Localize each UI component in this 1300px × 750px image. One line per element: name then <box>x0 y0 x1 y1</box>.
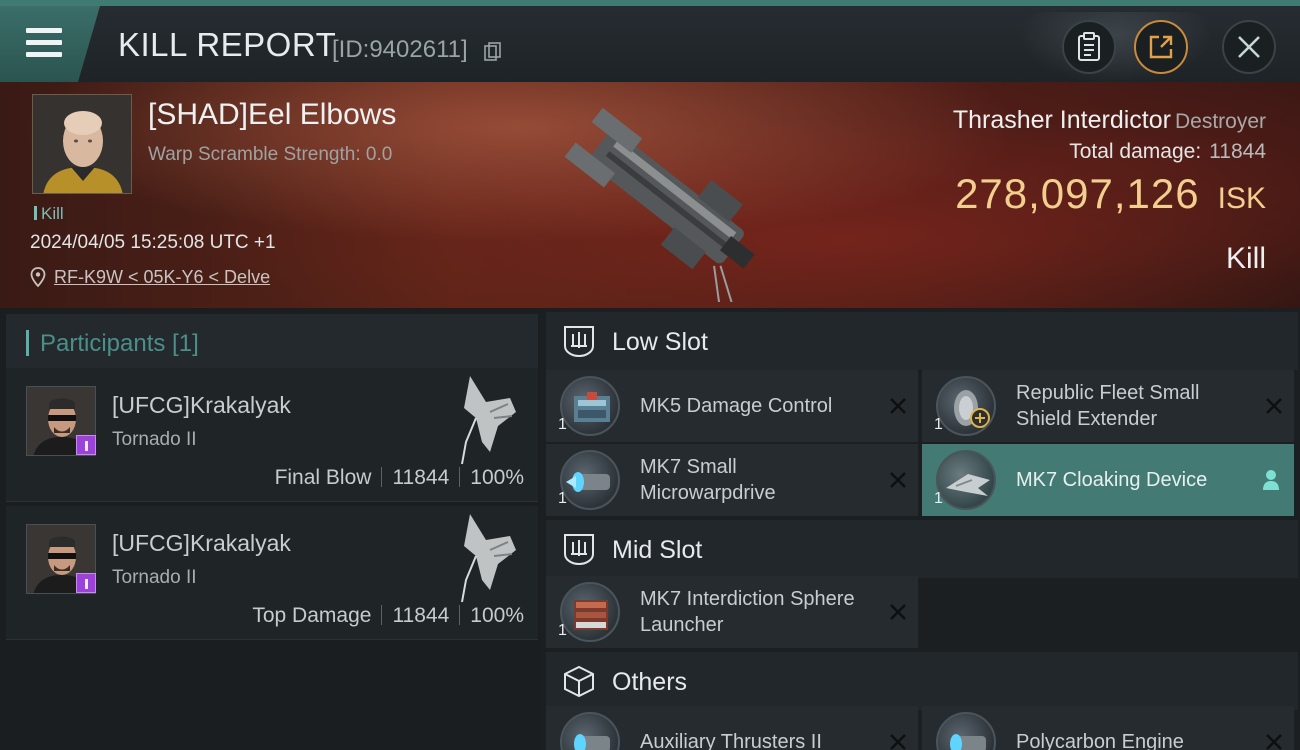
share-icon <box>1149 35 1173 59</box>
item-quantity: 1 <box>934 490 943 507</box>
isk-unit: ISK <box>1217 182 1266 215</box>
participants-panel: Participants [1] [UFCG]Krakalyak Tornado… <box>0 308 540 750</box>
destroyed-x-icon <box>890 398 906 414</box>
close-icon <box>1238 36 1260 58</box>
item-name: MK7 Interdiction Sphere Launcher <box>640 588 855 636</box>
item-name: MK7 Cloaking Device <box>1016 469 1208 491</box>
slot-item[interactable]: 1 MK7 Cloaking Device <box>922 444 1294 516</box>
destroyed-x-icon <box>1266 734 1282 750</box>
warp-scramble-strength: Warp Scramble Strength: 0.0 <box>148 144 393 165</box>
corp-badge-icon <box>76 573 96 593</box>
mid-slot-icon <box>564 534 594 566</box>
participant-role: Top Damage <box>252 604 372 627</box>
total-damage-value: 11844 <box>1209 140 1266 163</box>
top-bar: KILL REPORT [ID:9402611] <box>0 0 1300 88</box>
participants-header: Participants [1] <box>6 314 538 372</box>
clipboard-icon <box>1078 32 1100 61</box>
polycarbon-engine-icon <box>936 712 996 750</box>
participant-damage: 11844 <box>392 466 450 489</box>
destroyed-x-icon <box>890 604 906 620</box>
low-slot-title: Low Slot <box>612 328 708 356</box>
participant-percent: 100% <box>470 466 524 489</box>
slot-item[interactable]: 1 Republic Fleet Small Shield Extender <box>922 370 1294 442</box>
low-slot-header: Low Slot <box>546 312 1298 370</box>
kill-datetime: 2024/04/05 15:25:08 UTC +1 <box>30 232 276 253</box>
share-button[interactable] <box>1134 20 1188 74</box>
total-damage-label: Total damage: <box>1069 140 1202 163</box>
kill-result-label: Kill <box>1225 242 1266 275</box>
location-link[interactable]: RF-K9W < 05K-Y6 < Delve <box>54 267 270 288</box>
fitting-panel: Low Slot 1 MK5 Damage Control 1 Republic… <box>540 308 1300 750</box>
victim-ship-name[interactable]: Thrasher Interdictor Destroyer <box>953 106 1266 135</box>
total-damage-row: Total damage: 11844 <box>1069 140 1266 164</box>
menu-button[interactable] <box>0 6 100 82</box>
corp-badge-icon <box>76 435 96 455</box>
participant-name[interactable]: [UFCG]Krakalyak <box>112 530 291 557</box>
header-accent-bar <box>26 330 29 356</box>
item-quantity: 1 <box>934 416 943 433</box>
page-title: KILL REPORT <box>118 26 337 63</box>
mid-slot-header: Mid Slot <box>546 520 1298 578</box>
item-quantity: 1 <box>558 622 567 639</box>
victim-portrait[interactable] <box>32 94 132 194</box>
pilot-avatar-image <box>33 95 131 193</box>
others-header: Others <box>546 652 1298 710</box>
cloaking-device-icon <box>936 450 996 510</box>
participant-ship-image <box>461 514 516 603</box>
participant-card[interactable]: [UFCG]Krakalyak Tornado II Final Blow 118… <box>6 368 538 502</box>
victim-name[interactable]: [SHAD]Eel Elbows <box>148 98 396 132</box>
clipboard-button[interactable] <box>1062 20 1116 74</box>
ship-class: Destroyer <box>1174 110 1266 133</box>
destroyed-x-icon <box>1266 398 1282 414</box>
participant-percent: 100% <box>470 604 524 627</box>
cube-icon <box>564 665 594 698</box>
victim-ship-image <box>564 107 755 302</box>
kill-tag: Kill <box>34 204 64 224</box>
participant-ship: Tornado II <box>112 567 197 588</box>
item-name: Polycarbon Engine <box>1016 731 1184 750</box>
participant-ship: Tornado II <box>112 429 197 450</box>
participant-damage: 11844 <box>392 604 450 627</box>
item-quantity: 1 <box>558 490 567 507</box>
low-slot-icon <box>564 326 594 358</box>
close-button[interactable] <box>1222 20 1276 74</box>
participant-card[interactable]: [UFCG]Krakalyak Tornado II Top Damage 118… <box>6 506 538 640</box>
copy-icon[interactable] <box>484 42 502 62</box>
participant-stats: Final Blow 11844 100% <box>275 466 524 490</box>
participant-role: Final Blow <box>274 466 372 489</box>
destroyed-x-icon <box>890 472 906 488</box>
menu-icon <box>26 28 62 58</box>
ship-name-text: Thrasher Interdictor <box>952 106 1171 134</box>
interdiction-launcher-icon <box>560 582 620 642</box>
slot-item[interactable]: 1 MK7 Small Microwarpdrive <box>546 444 918 516</box>
participant-stats: Top Damage 11844 100% <box>252 604 524 628</box>
mid-slot-title: Mid Slot <box>612 536 703 564</box>
slot-item[interactable]: 1 MK5 Damage Control <box>546 370 918 442</box>
auxiliary-thrusters-icon <box>560 712 620 750</box>
item-name: MK7 Small Microwarpdrive <box>640 456 776 504</box>
participants-title: Participants [1] <box>40 330 199 357</box>
kill-banner: [SHAD]Eel Elbows Warp Scramble Strength:… <box>0 82 1300 308</box>
isk-value: 278,097,126 <box>955 170 1200 217</box>
shield-extender-icon <box>936 376 996 436</box>
isk-value-row: 278,097,126 ISK <box>955 170 1266 218</box>
slot-item[interactable]: 1 MK7 Interdiction Sphere Launcher <box>546 576 918 648</box>
destroyed-x-icon <box>890 734 906 750</box>
microwarpdrive-icon <box>560 450 620 510</box>
person-icon <box>1263 470 1279 490</box>
others-title: Others <box>612 668 688 696</box>
item-name: Republic Fleet Small Shield Extender <box>1016 382 1200 430</box>
item-name: Auxiliary Thrusters II <box>640 731 822 750</box>
item-quantity: 1 <box>558 416 567 433</box>
damage-control-icon <box>560 376 620 436</box>
slot-item[interactable]: 1 Auxiliary Thrusters II <box>546 706 918 750</box>
location-pin-icon <box>30 267 46 287</box>
participant-ship-image <box>461 376 516 465</box>
participant-name[interactable]: [UFCG]Krakalyak <box>112 392 291 419</box>
item-name: MK5 Damage Control <box>640 395 833 417</box>
report-id: [ID:9402611] <box>332 36 468 63</box>
slot-item[interactable]: 1 Polycarbon Engine <box>922 706 1294 750</box>
